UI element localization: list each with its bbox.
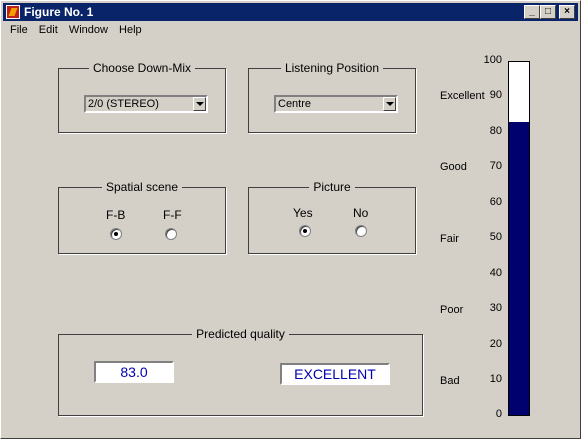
- quality-bar: [508, 61, 530, 416]
- tick-label: 20: [489, 338, 502, 350]
- picture-no-radio[interactable]: [355, 225, 367, 237]
- menu-file[interactable]: File: [10, 24, 28, 36]
- picture-yes-label: Yes: [293, 206, 313, 220]
- picture-yes-radio[interactable]: [299, 225, 311, 237]
- tick-label: 30: [489, 302, 502, 314]
- menu-window[interactable]: Window: [69, 24, 108, 36]
- tick-label: 70: [489, 160, 502, 172]
- position-legend: Listening Position: [280, 61, 384, 75]
- spatial-ff-label: F-F: [163, 208, 182, 222]
- spatial-legend: Spatial scene: [101, 180, 183, 194]
- picture-group: Picture Yes No: [248, 180, 416, 254]
- scale-label-poor: Poor: [440, 304, 464, 316]
- figure-window: Figure No. 1 _ □ × File Edit Window Help…: [0, 0, 581, 439]
- app-icon[interactable]: [6, 5, 20, 19]
- tick-label: 60: [489, 196, 502, 208]
- predicted-value-field: 83.0: [94, 361, 174, 383]
- predicted-legend: Predicted quality: [192, 327, 289, 341]
- minimize-button[interactable]: _: [524, 5, 540, 19]
- spatial-scene-group: Spatial scene F-B F-F: [58, 180, 226, 254]
- chevron-down-icon[interactable]: [193, 97, 206, 111]
- menu-edit[interactable]: Edit: [39, 24, 58, 36]
- listening-position-group: Listening Position Centre: [248, 61, 416, 133]
- position-select[interactable]: Centre: [274, 95, 398, 113]
- title-bar[interactable]: Figure No. 1 _ □ ×: [3, 3, 578, 21]
- tick-label: 100: [483, 54, 502, 66]
- spatial-fb-radio[interactable]: [110, 228, 122, 240]
- chevron-down-icon[interactable]: [383, 97, 396, 111]
- tick-label: 40: [489, 267, 502, 279]
- tick-label: 90: [489, 89, 502, 101]
- tick-label: 0: [495, 408, 502, 420]
- maximize-button[interactable]: □: [540, 5, 556, 19]
- spatial-ff-radio[interactable]: [165, 228, 177, 240]
- menu-bar: File Edit Window Help: [3, 21, 578, 39]
- predicted-label-field: EXCELLENT: [280, 363, 390, 385]
- downmix-value: 2/0 (STEREO): [88, 98, 159, 110]
- picture-legend: Picture: [309, 180, 355, 194]
- picture-no-label: No: [353, 206, 369, 220]
- scale-label-bad: Bad: [440, 375, 460, 387]
- downmix-group: Choose Down-Mix 2/0 (STEREO): [58, 61, 226, 133]
- scale-label-good: Good: [440, 161, 467, 173]
- tick-label: 50: [489, 231, 502, 243]
- downmix-select[interactable]: 2/0 (STEREO): [84, 95, 208, 113]
- menu-help[interactable]: Help: [119, 24, 142, 36]
- spatial-fb-label: F-B: [106, 208, 126, 222]
- tick-label: 80: [489, 125, 502, 137]
- downmix-legend: Choose Down-Mix: [88, 61, 196, 75]
- close-button[interactable]: ×: [559, 5, 575, 19]
- position-value: Centre: [278, 98, 312, 110]
- quality-bar-fill: [509, 122, 529, 415]
- window-title: Figure No. 1: [24, 5, 94, 19]
- scale-label-fair: Fair: [440, 233, 459, 245]
- predicted-quality-group: Predicted quality 83.0 EXCELLENT: [58, 327, 423, 416]
- tick-label: 10: [489, 373, 502, 385]
